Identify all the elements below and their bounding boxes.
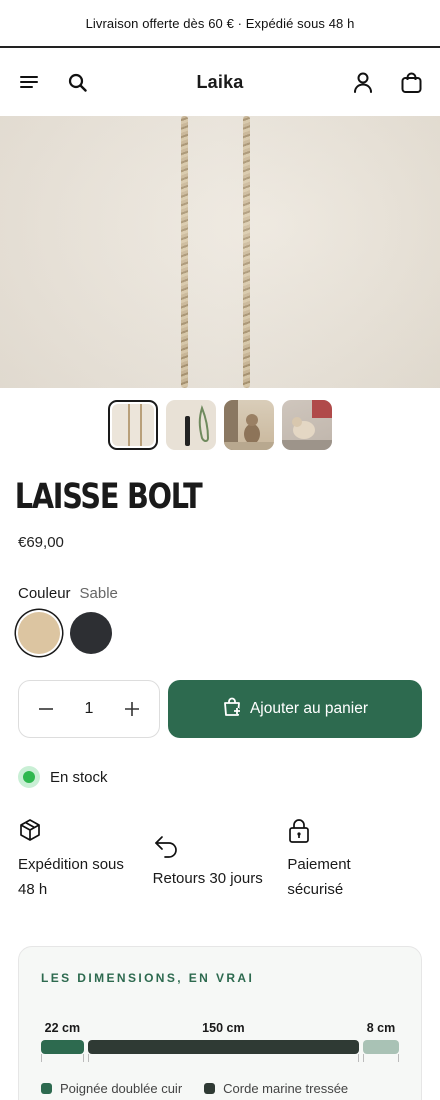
dimensions-card: LES DIMENSIONS, EN VRAI 22 cm 150 cm 8 cm … <box>18 946 422 1100</box>
feature-shipping-line2: 48 h <box>18 881 48 898</box>
swatch-sable[interactable] <box>18 612 60 654</box>
feature-payment: Paiement sécurisé <box>287 818 422 902</box>
dimension-segment-2 <box>87 1040 359 1054</box>
feature-payment-line1: Paiement <box>287 856 351 873</box>
feature-returns: Retours 30 jours <box>153 818 288 902</box>
purchase-row: 1 Ajouter au panier <box>0 654 440 738</box>
thumbnail-1[interactable] <box>108 400 158 450</box>
features-row: Expédition sous 48 h Retours 30 jours Pa… <box>0 788 440 902</box>
product-main-image[interactable] <box>0 116 440 388</box>
feature-shipping: Expédition sous 48 h <box>18 818 153 902</box>
dimensions-bar: 22 cm 150 cm 8 cm <box>41 1021 399 1069</box>
dimension-segment-1 <box>41 1040 84 1054</box>
product-title: LAISSE BOLT <box>14 477 203 517</box>
search-icon[interactable] <box>66 71 88 93</box>
quantity-increase-button[interactable] <box>123 700 141 718</box>
account-icon[interactable] <box>352 71 374 93</box>
legend-label: Poignée doublée cuir <box>60 1081 183 1096</box>
box-icon <box>18 818 153 844</box>
legend-swatch <box>204 1083 216 1094</box>
dimension-tick-end <box>82 1054 84 1062</box>
thumbnail-strip <box>0 388 440 460</box>
brand-logo[interactable]: Laika <box>196 72 243 93</box>
announcement-bar: Livraison offerte dès 60 € · Expédié sou… <box>0 0 440 48</box>
dimension-segment-label: 150 cm <box>202 1021 245 1035</box>
color-selector-label: Couleur Sable <box>0 551 440 602</box>
legend-label: Corde marine tressée <box>223 1081 349 1096</box>
feature-returns-line1: Retours 30 jours <box>152 870 263 887</box>
dimension-segment-3 <box>363 1040 399 1054</box>
thumbnail-3[interactable] <box>224 400 274 450</box>
legend-item-rope: Corde marine tressée <box>204 1081 348 1096</box>
lock-icon <box>287 818 422 844</box>
dimension-tick-end <box>358 1054 359 1062</box>
add-to-cart-label: Ajouter au panier <box>249 700 369 717</box>
legend-swatch <box>41 1083 52 1094</box>
quantity-stepper: 1 <box>18 680 160 738</box>
dimension-tick-end <box>398 1054 399 1062</box>
menu-icon[interactable] <box>18 71 40 93</box>
thumbnail-4[interactable] <box>282 400 332 450</box>
feature-shipping-line1: Expédition sous <box>18 856 124 873</box>
bag-plus-icon <box>222 697 242 722</box>
dimension-tick-start <box>87 1054 89 1062</box>
stock-status: En stock <box>0 738 440 788</box>
dimension-segment-label: 22 cm <box>44 1021 81 1035</box>
color-selected-value: Sable <box>79 585 118 602</box>
color-label: Couleur <box>18 585 71 602</box>
stock-label: En stock <box>50 768 108 786</box>
announcement-text: Livraison offerte dès 60 € · Expédié sou… <box>85 15 355 31</box>
feature-payment-line2: sécurisé <box>287 881 344 898</box>
legend-item-handle: Poignée doublée cuir <box>41 1081 182 1096</box>
swatch-dark[interactable] <box>70 612 112 654</box>
site-header: Laika <box>0 48 440 116</box>
dimensions-legend: Poignée doublée cuir Corde marine tressé… <box>41 1081 399 1096</box>
dimensions-heading: LES DIMENSIONS, EN VRAI <box>41 971 255 985</box>
add-to-cart-button[interactable]: Ajouter au panier <box>168 680 422 738</box>
product-price: €69,00 <box>18 534 64 551</box>
return-arrow-icon <box>153 832 288 858</box>
cart-icon[interactable] <box>400 71 422 93</box>
dimension-tick-start <box>41 1054 42 1062</box>
stock-dot-icon <box>18 766 40 788</box>
thumbnail-2[interactable] <box>166 400 216 450</box>
color-swatches <box>0 602 440 654</box>
dimension-tick-start <box>363 1054 364 1062</box>
dimension-segment-label: 8 cm <box>366 1021 396 1035</box>
quantity-value[interactable]: 1 <box>85 700 94 718</box>
quantity-decrease-button[interactable] <box>37 700 55 718</box>
